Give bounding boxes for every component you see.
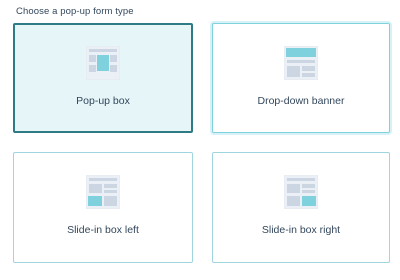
option-label: Pop-up box: [76, 95, 130, 107]
popup-box-icon: [86, 46, 120, 80]
option-label: Slide-in box right: [261, 224, 341, 236]
slide-in-left-icon: [86, 175, 120, 209]
option-slide-in-left[interactable]: Slide-in box left: [13, 152, 193, 263]
popup-form-type-chooser: Choose a pop-up form type Pop-up box Dro…: [0, 0, 400, 280]
section-heading: Choose a pop-up form type: [16, 6, 134, 17]
option-dropdown-banner[interactable]: Drop-down banner: [212, 23, 390, 133]
dropdown-banner-icon: [284, 46, 318, 80]
option-slide-in-right[interactable]: Slide-in box right: [212, 152, 390, 263]
slide-in-right-icon: [284, 175, 318, 209]
option-label: Drop-down banner: [257, 95, 345, 107]
option-label: Slide-in box left: [67, 224, 139, 236]
option-popup-box[interactable]: Pop-up box: [13, 23, 193, 133]
